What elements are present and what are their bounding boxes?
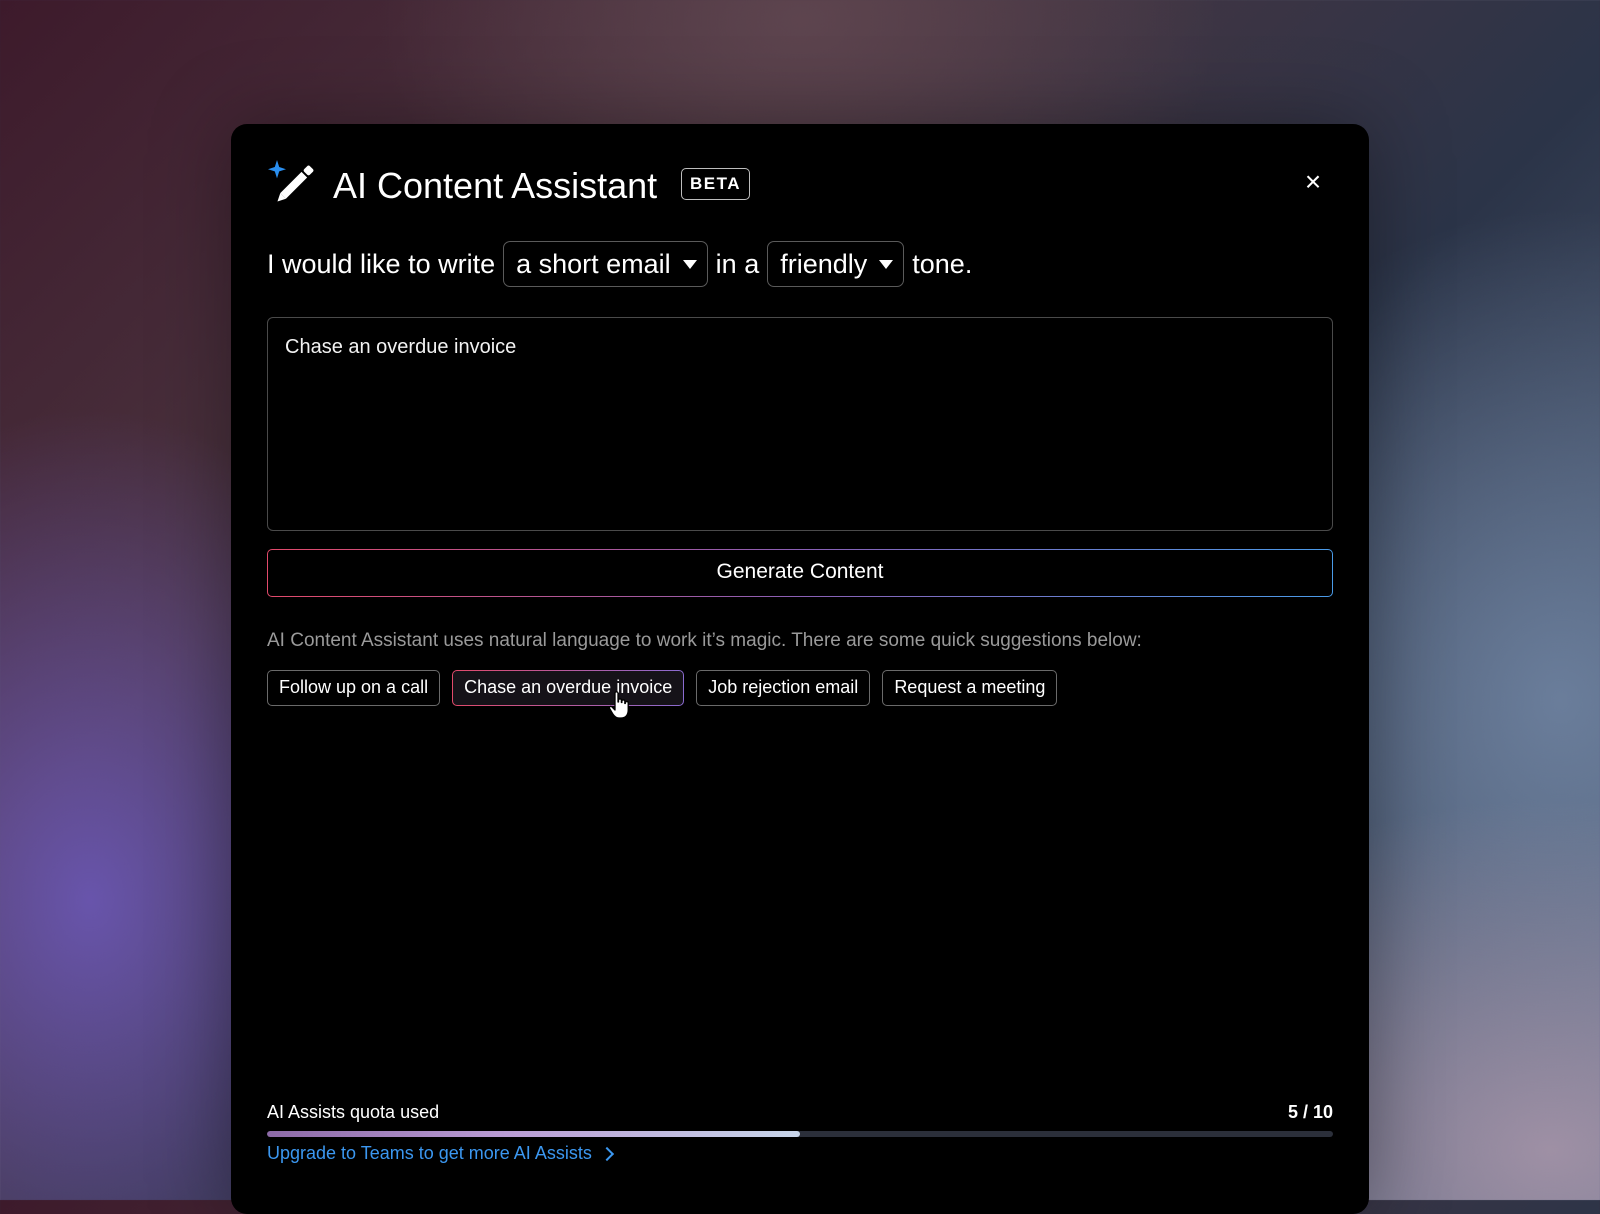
modal-header: AI Content Assistant BETA × <box>267 158 1333 218</box>
suggestion-chip[interactable]: Follow up on a call <box>267 670 441 706</box>
caret-down-icon <box>682 259 697 269</box>
hand-pointer-cursor-icon <box>608 691 629 719</box>
suggestion-chips: Follow up on a call Chase an overdue inv… <box>267 670 1058 706</box>
prompt-textarea[interactable]: Chase an overdue invoice <box>267 317 1333 531</box>
chevron-right-icon <box>599 1146 614 1162</box>
quota-label: AI Assists quota used <box>267 1102 440 1122</box>
prompt-sentence: I would like to write a short email in a… <box>267 240 972 288</box>
ai-content-assistant-modal: AI Content Assistant BETA × I would like… <box>231 124 1369 1214</box>
quota-progress-fill <box>267 1131 800 1137</box>
prompt-prefix: I would like to write <box>267 248 496 279</box>
quota-progress-bar <box>267 1131 1333 1137</box>
suggestion-chip[interactable]: Request a meeting <box>882 670 1058 706</box>
magic-wand-icon <box>268 160 314 202</box>
close-icon[interactable]: × <box>1299 168 1327 196</box>
prompt-connector: in a <box>715 248 760 279</box>
caret-down-icon <box>879 259 894 269</box>
quota-count: 5 / 10 <box>1287 1102 1333 1122</box>
content-type-select[interactable]: a short email <box>503 241 708 287</box>
modal-title: AI Content Assistant <box>333 165 658 206</box>
tone-select[interactable]: friendly <box>767 241 905 287</box>
suggestions-hint: AI Content Assistant uses natural langua… <box>267 630 1142 651</box>
upgrade-link[interactable]: Upgrade to Teams to get more AI Assists <box>267 1143 614 1164</box>
generate-content-button[interactable]: Generate Content <box>267 549 1333 597</box>
upgrade-label: Upgrade to Teams to get more AI Assists <box>267 1143 592 1163</box>
tone-value: friendly <box>780 248 868 279</box>
suggestion-chip[interactable]: Job rejection email <box>696 670 871 706</box>
content-type-value: a short email <box>516 248 671 279</box>
prompt-suffix: tone. <box>912 248 973 279</box>
suggestion-chip-active[interactable]: Chase an overdue invoice <box>452 670 684 706</box>
beta-badge: BETA <box>681 168 751 200</box>
